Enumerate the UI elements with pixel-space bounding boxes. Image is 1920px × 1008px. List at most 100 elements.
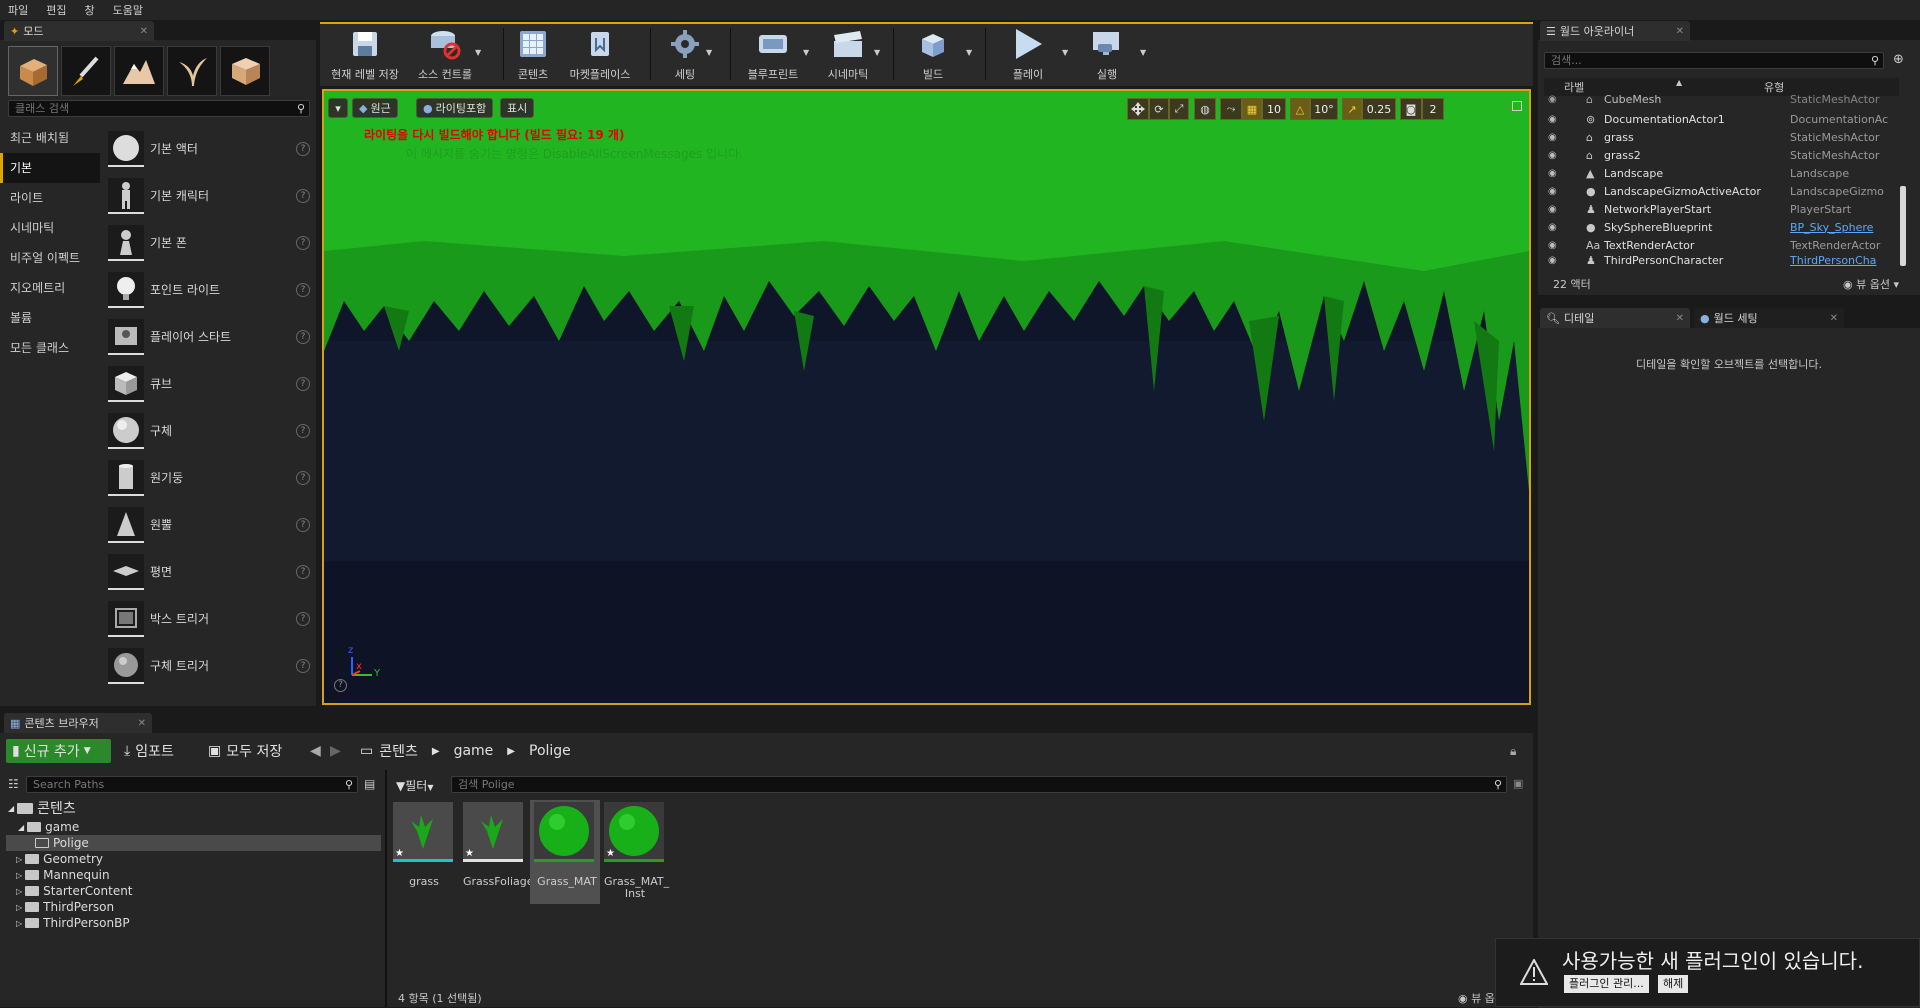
tab-world-settings[interactable]: ● 월드 세팅 ✕	[1694, 308, 1844, 328]
sources-splitter[interactable]	[385, 770, 387, 1007]
world-local-button[interactable]: ◍	[1194, 98, 1216, 120]
outliner-row[interactable]: ◉ ⊚ DocumentationActor1 DocumentationAc	[1544, 110, 1899, 128]
grid-snap-value[interactable]: 10	[1262, 98, 1286, 120]
place-item-box-trigger[interactable]: 박스 트리거?	[108, 595, 310, 642]
play-dropdown[interactable]: ▼	[1062, 48, 1068, 57]
launch-button[interactable]: 실행	[1082, 24, 1132, 82]
place-item-sphere-trigger[interactable]: 구체 트리거?	[108, 642, 310, 689]
build-dropdown[interactable]: ▼	[966, 48, 972, 57]
help-icon[interactable]: ?	[296, 188, 310, 203]
close-icon[interactable]: ✕	[140, 26, 148, 37]
asset-tile-selected[interactable]: Grass_MAT	[530, 800, 600, 904]
place-item-player-start[interactable]: 플레이어 스타트?	[108, 313, 310, 360]
blueprint-dropdown[interactable]: ▼	[803, 48, 809, 57]
blueprint-button[interactable]: 블루프린트	[738, 24, 808, 82]
perspective-button[interactable]: ◆ 원근	[352, 98, 398, 118]
help-icon[interactable]: ?	[296, 517, 310, 532]
menu-window[interactable]: 창	[85, 2, 95, 18]
asset-tile[interactable]: ★ Grass_MAT_ Inst	[604, 802, 669, 902]
surface-snap-button[interactable]: ⤳	[1220, 98, 1242, 120]
place-item-plane[interactable]: 평면?	[108, 548, 310, 595]
lit-mode-button[interactable]: ● 라이팅포함	[416, 98, 494, 118]
favorite-star-icon[interactable]: ★	[395, 848, 404, 859]
close-icon[interactable]: ✕	[1676, 26, 1684, 37]
launch-dropdown[interactable]: ▼	[1140, 48, 1146, 57]
help-icon[interactable]: ?	[296, 658, 310, 673]
sources-toggle-icon[interactable]: ☷	[8, 777, 19, 791]
scale-snap-value[interactable]: 0.25	[1362, 98, 1396, 120]
marketplace-button[interactable]: 마켓플레이스	[562, 24, 638, 82]
save-level-button[interactable]: 현재 레벨 저장	[326, 24, 404, 82]
cinematic-dropdown[interactable]: ▼	[874, 48, 880, 57]
scale-snap-toggle[interactable]: ↗	[1342, 98, 1362, 120]
tab-modes[interactable]: ✦ 모드 ✕	[4, 21, 154, 41]
breadcrumb-polige[interactable]: Polige	[529, 743, 571, 759]
settings-button[interactable]: 세팅	[660, 24, 710, 82]
menu-file[interactable]: 파일	[8, 2, 28, 18]
add-actor-icon[interactable]: ⊕	[1893, 52, 1904, 67]
close-icon[interactable]: ✕	[138, 718, 146, 729]
add-new-button[interactable]: ▮ 신규 추가 ▼	[6, 739, 111, 763]
visibility-eye-icon[interactable]: ◉	[1548, 132, 1562, 143]
category-recent[interactable]: 최근 배치됨	[0, 123, 100, 153]
asset-tile[interactable]: ★ GrassFoliage	[463, 802, 534, 902]
category-volumes[interactable]: 볼륨	[0, 303, 100, 333]
outliner-row[interactable]: ◉ ⌂ grass StaticMeshActor	[1544, 128, 1899, 146]
breadcrumb-content[interactable]: 콘텐츠	[379, 741, 418, 761]
scale-tool-button[interactable]: ⤢	[1169, 98, 1189, 120]
outliner-row[interactable]: ◉ Aa TextRenderActor TextRenderActor	[1544, 236, 1899, 254]
outliner-search-input[interactable]: 검색... ⚲	[1544, 52, 1884, 69]
close-icon[interactable]: ✕	[1830, 313, 1838, 324]
source-control-button[interactable]: 소스 컨트롤	[410, 24, 480, 82]
category-visual-effects[interactable]: 비주얼 이펙트	[0, 243, 100, 273]
cinematic-button[interactable]: 시네마틱	[818, 24, 878, 82]
visibility-eye-icon[interactable]: ◉	[1548, 186, 1562, 197]
build-button[interactable]: 빌드	[908, 24, 958, 82]
help-icon[interactable]: ?	[296, 282, 310, 297]
tree-root-content[interactable]: ◢ 콘텐츠	[8, 800, 76, 817]
visibility-eye-icon[interactable]: ◉	[1548, 94, 1562, 105]
grid-snap-toggle[interactable]: ▦	[1242, 98, 1262, 120]
tree-item-polige[interactable]: Polige	[6, 835, 381, 851]
help-icon[interactable]: ?	[296, 470, 310, 485]
settings-dropdown[interactable]: ▼	[706, 48, 712, 57]
outliner-row[interactable]: ◉ ⌂ grass2 StaticMeshActor	[1544, 146, 1899, 164]
outliner-row[interactable]: ◉ ▲ Landscape Landscape	[1544, 164, 1899, 182]
visibility-eye-icon[interactable]: ◉	[1548, 114, 1562, 125]
outliner-scrollbar[interactable]	[1900, 186, 1906, 266]
dismiss-button[interactable]: 해제	[1658, 975, 1689, 993]
filter-button[interactable]: ▼필터▼	[396, 777, 433, 794]
place-mode-button[interactable]	[8, 46, 58, 96]
menu-edit[interactable]: 편집	[46, 2, 66, 18]
help-icon[interactable]: ?	[296, 423, 310, 438]
foliage-mode-button[interactable]	[167, 46, 217, 96]
rotate-tool-button[interactable]: ⟳	[1149, 98, 1169, 120]
help-icon[interactable]: ?	[334, 679, 347, 692]
visibility-eye-icon[interactable]: ◉	[1548, 255, 1562, 266]
help-icon[interactable]: ?	[296, 141, 310, 156]
visibility-eye-icon[interactable]: ◉	[1548, 222, 1562, 233]
play-button[interactable]: 플레이	[1000, 24, 1056, 82]
category-basic[interactable]: 기본	[0, 153, 100, 183]
import-button[interactable]: ⤓ 임포트	[124, 739, 174, 763]
paint-mode-button[interactable]	[61, 46, 111, 96]
help-icon[interactable]: ?	[296, 376, 310, 391]
tab-details[interactable]: 🔍︎ 디테일 ✕	[1540, 308, 1690, 328]
tree-item-geometry[interactable]: ▷ Geometry	[16, 851, 103, 867]
tree-item-game[interactable]: ◢ game	[18, 819, 79, 835]
forward-button[interactable]: ▶	[330, 739, 341, 763]
outliner-row[interactable]: ◉ ⌂ CubeMesh StaticMeshActor	[1544, 93, 1899, 105]
maximize-viewport-icon[interactable]	[1512, 101, 1522, 111]
camera-speed-value[interactable]: 2	[1422, 98, 1444, 120]
manage-plugins-button[interactable]: 플러그인 관리...	[1564, 975, 1649, 993]
menu-help[interactable]: 도움말	[113, 2, 143, 18]
place-item-point-light[interactable]: 포인트 라이트?	[108, 266, 310, 313]
place-item-cube[interactable]: 큐브?	[108, 360, 310, 407]
landscape-mode-button[interactable]	[114, 46, 164, 96]
viewport-options-button[interactable]: ▾	[328, 98, 348, 118]
place-item-empty-actor[interactable]: 기본 액터?	[108, 125, 310, 172]
outliner-row[interactable]: ◉ ● SkySphereBlueprint BP_Sky_Sphere	[1544, 218, 1899, 236]
lock-icon[interactable]: 🔒︎	[1510, 744, 1516, 759]
rotation-snap-toggle[interactable]: △	[1290, 98, 1310, 120]
tree-item-third-person-bp[interactable]: ▷ ThirdPersonBP	[16, 915, 130, 931]
